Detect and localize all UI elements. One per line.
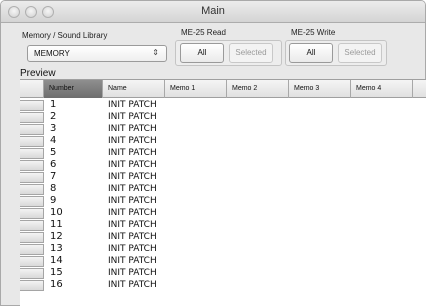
row-header[interactable]	[20, 160, 44, 171]
column-header-name[interactable]: Name	[103, 80, 165, 98]
row-number: 15	[50, 267, 63, 278]
column-header-memo-4[interactable]: Memo 4	[351, 80, 413, 98]
table-row[interactable]: 10 INIT PATCH	[20, 207, 426, 219]
row-header[interactable]	[20, 196, 44, 207]
table-row[interactable]: 13 INIT PATCH	[20, 243, 426, 255]
table-row[interactable]: 4 INIT PATCH	[20, 135, 426, 147]
title-bar: Main	[1, 1, 425, 23]
row-header[interactable]	[20, 208, 44, 219]
table-row[interactable]: 15 INIT PATCH	[20, 267, 426, 279]
row-number: 5	[50, 147, 57, 158]
table-row[interactable]: 12 INIT PATCH	[20, 231, 426, 243]
row-name: INIT PATCH	[108, 100, 157, 110]
row-header[interactable]	[20, 220, 44, 231]
row-number: 8	[50, 183, 57, 194]
header-corner	[20, 80, 44, 98]
row-header[interactable]	[20, 112, 44, 123]
row-number: 14	[50, 255, 63, 266]
library-select[interactable]: MEMORY ⇕	[27, 45, 167, 62]
column-header-memo-3[interactable]: Memo 3	[289, 80, 351, 98]
row-number: 13	[50, 243, 63, 254]
row-header[interactable]	[20, 268, 44, 279]
row-name: INIT PATCH	[108, 172, 157, 182]
column-header-memo-2[interactable]: Memo 2	[227, 80, 289, 98]
row-name: INIT PATCH	[108, 112, 157, 122]
row-header[interactable]	[20, 232, 44, 243]
table-row[interactable]: 9 INIT PATCH	[20, 195, 426, 207]
row-name: INIT PATCH	[108, 232, 157, 242]
preview-label: Preview	[20, 68, 56, 79]
row-name: INIT PATCH	[108, 256, 157, 266]
row-header[interactable]	[20, 124, 44, 135]
table-row[interactable]: 1 INIT PATCH	[20, 99, 426, 111]
row-name: INIT PATCH	[108, 280, 157, 290]
read-group-label: ME-25 Read	[181, 28, 226, 37]
row-number: 6	[50, 159, 57, 170]
window-title: Main	[201, 5, 225, 17]
row-number: 7	[50, 171, 57, 182]
row-number: 4	[50, 135, 57, 146]
row-number: 11	[50, 219, 63, 230]
row-header[interactable]	[20, 256, 44, 267]
library-select-value: MEMORY	[34, 49, 70, 58]
table-row[interactable]: 8 INIT PATCH	[20, 183, 426, 195]
row-header[interactable]	[20, 136, 44, 147]
library-label: Memory / Sound Library	[22, 31, 108, 40]
table-row[interactable]: 14 INIT PATCH	[20, 255, 426, 267]
row-header[interactable]	[20, 172, 44, 183]
read-selected-button[interactable]: Selected	[229, 43, 273, 63]
row-number: 2	[50, 111, 57, 122]
row-header[interactable]	[20, 184, 44, 195]
row-header[interactable]	[20, 148, 44, 159]
row-name: INIT PATCH	[108, 148, 157, 158]
column-header-number[interactable]: Number	[44, 80, 103, 98]
table-row[interactable]: 16 INIT PATCH	[20, 279, 426, 291]
write-selected-button[interactable]: Selected	[338, 43, 382, 63]
row-name: INIT PATCH	[108, 268, 157, 278]
table-row[interactable]: 11 INIT PATCH	[20, 219, 426, 231]
table-row[interactable]: 5 INIT PATCH	[20, 147, 426, 159]
row-header[interactable]	[20, 244, 44, 255]
row-name: INIT PATCH	[108, 196, 157, 206]
row-number: 16	[50, 279, 63, 290]
column-header-memo-1[interactable]: Memo 1	[165, 80, 227, 98]
preview-table: Number Name Memo 1 Memo 2 Memo 3 Memo 4 …	[20, 79, 426, 306]
table-header: Number Name Memo 1 Memo 2 Memo 3 Memo 4	[20, 80, 426, 98]
row-name: INIT PATCH	[108, 124, 157, 134]
row-header[interactable]	[20, 100, 44, 111]
row-number: 9	[50, 195, 57, 206]
table-row[interactable]: 6 INIT PATCH	[20, 159, 426, 171]
row-number: 3	[50, 123, 57, 134]
row-name: INIT PATCH	[108, 220, 157, 230]
row-number: 1	[50, 99, 57, 110]
table-row[interactable]: 7 INIT PATCH	[20, 171, 426, 183]
read-all-button[interactable]: All	[180, 43, 224, 63]
write-group-label: ME-25 Write	[291, 28, 336, 37]
row-name: INIT PATCH	[108, 160, 157, 170]
row-name: INIT PATCH	[108, 136, 157, 146]
row-name: INIT PATCH	[108, 244, 157, 254]
row-number: 12	[50, 231, 63, 242]
row-header[interactable]	[20, 280, 44, 291]
table-row[interactable]: 2 INIT PATCH	[20, 111, 426, 123]
updown-chevron-icon: ⇕	[152, 48, 159, 57]
table-row[interactable]: 3 INIT PATCH	[20, 123, 426, 135]
write-all-button[interactable]: All	[289, 43, 333, 63]
column-header-filler	[413, 80, 426, 98]
row-name: INIT PATCH	[108, 184, 157, 194]
row-number: 10	[50, 207, 63, 218]
row-name: INIT PATCH	[108, 208, 157, 218]
